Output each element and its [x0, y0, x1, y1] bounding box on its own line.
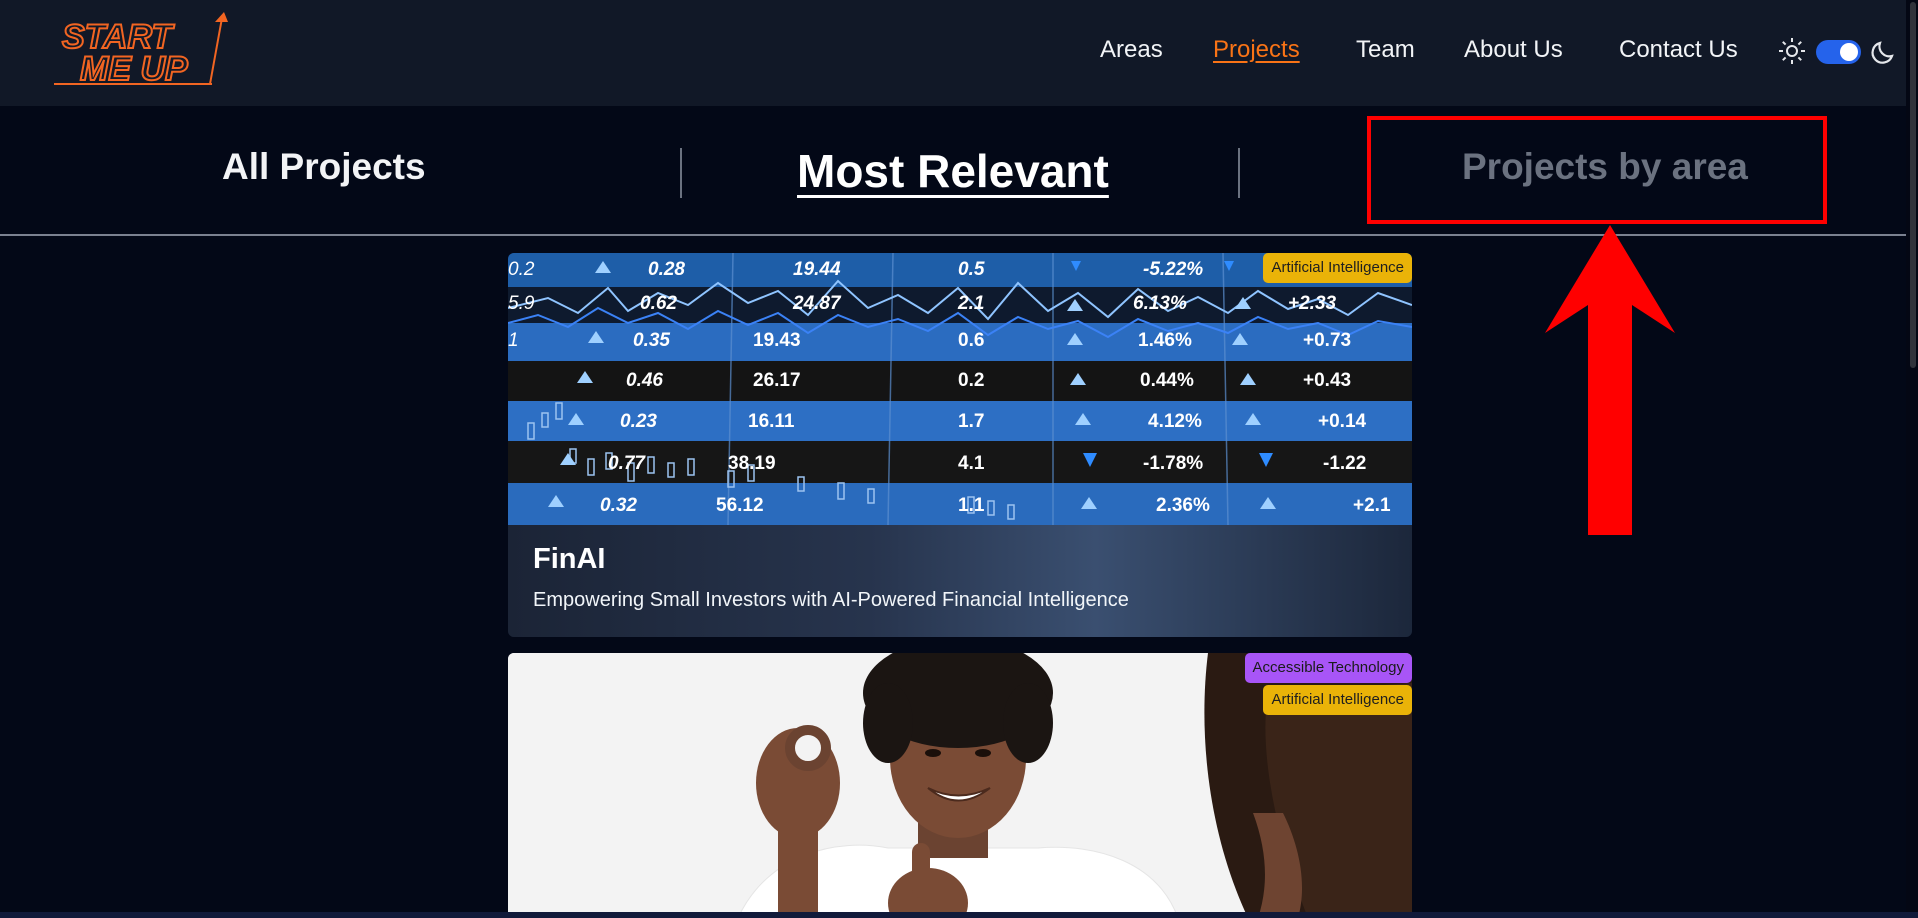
scrollbar-thumb[interactable] [1910, 2, 1916, 368]
svg-text:19.44: 19.44 [793, 259, 841, 280]
project-card-finai[interactable]: 0.2 0.28 19.44 0.5 -5.22% 5.9 0.62 24.87 2.1… [508, 253, 1412, 637]
tab-divider [1238, 148, 1240, 198]
svg-text:6.13%: 6.13% [1133, 293, 1187, 314]
svg-text:0.2: 0.2 [958, 370, 984, 391]
project-card-accessible-tech[interactable]: Accessible Technology Artificial Intelli… [508, 653, 1412, 918]
svg-text:0.2: 0.2 [508, 259, 535, 280]
tab-most-relevant[interactable]: Most Relevant [797, 144, 1109, 198]
svg-text:0.28: 0.28 [648, 259, 685, 280]
svg-text:0.5: 0.5 [958, 259, 985, 280]
theme-toggle-switch[interactable] [1816, 40, 1861, 64]
nav-about-us[interactable]: About Us [1464, 36, 1563, 64]
svg-text:+0.73: +0.73 [1303, 330, 1351, 351]
bottom-strip [0, 912, 1918, 918]
tab-divider [680, 148, 682, 198]
svg-text:0.6: 0.6 [958, 330, 984, 351]
svg-text:38.19: 38.19 [728, 453, 776, 474]
nav-team[interactable]: Team [1356, 36, 1415, 64]
card-title: FinAI [533, 543, 606, 575]
svg-text:5.9: 5.9 [508, 293, 535, 314]
svg-text:-1.78%: -1.78% [1143, 453, 1203, 474]
svg-text:0.62: 0.62 [640, 293, 677, 314]
svg-text:1.1: 1.1 [958, 495, 985, 516]
badge-accessible-technology: Accessible Technology [1244, 653, 1412, 683]
svg-text:2.36%: 2.36% [1156, 495, 1210, 516]
svg-text:4.12%: 4.12% [1148, 411, 1202, 432]
svg-text:0.23: 0.23 [620, 411, 657, 432]
svg-text:26.17: 26.17 [753, 370, 801, 391]
svg-text:-1.22: -1.22 [1323, 453, 1366, 474]
svg-text:0.77: 0.77 [608, 453, 646, 474]
nav-contact-us[interactable]: Contact Us [1619, 36, 1738, 64]
svg-text:+0.14: +0.14 [1318, 411, 1367, 432]
top-navbar: START ME UP Areas Projects Team About Us… [0, 0, 1918, 106]
page-scrollbar[interactable] [1906, 0, 1918, 918]
sun-icon[interactable] [1778, 37, 1806, 65]
badge-artificial-intelligence: Artificial Intelligence [1263, 253, 1412, 283]
highlight-box-annotation [1367, 116, 1827, 224]
svg-text:1: 1 [508, 330, 519, 351]
moon-icon[interactable] [1870, 36, 1900, 66]
svg-text:+2.33: +2.33 [1288, 293, 1337, 314]
startmeup-logo[interactable]: START ME UP [52, 10, 232, 90]
svg-text:1.7: 1.7 [958, 411, 984, 432]
toggle-knob [1840, 43, 1858, 61]
card-description: Empowering Small Investors with AI-Power… [533, 589, 1129, 611]
svg-text:24.87: 24.87 [792, 293, 842, 314]
svg-text:+0.43: +0.43 [1303, 370, 1351, 391]
svg-text:2.1: 2.1 [957, 293, 984, 314]
svg-text:-5.22%: -5.22% [1143, 259, 1203, 280]
svg-text:ME UP: ME UP [80, 50, 188, 88]
svg-text:1.46%: 1.46% [1138, 330, 1192, 351]
svg-text:56.12: 56.12 [716, 495, 764, 516]
red-arrow-annotation [1545, 225, 1675, 535]
badge-artificial-intelligence: Artificial Intelligence [1263, 685, 1412, 715]
svg-text:19.43: 19.43 [753, 330, 801, 351]
svg-text:0.32: 0.32 [600, 495, 637, 516]
svg-text:4.1: 4.1 [958, 453, 985, 474]
stock-ticker-image: 0.2 0.28 19.44 0.5 -5.22% 5.9 0.62 24.87 2.1… [508, 253, 1412, 526]
svg-text:0.46: 0.46 [626, 370, 663, 391]
nav-areas[interactable]: Areas [1100, 36, 1163, 64]
nav-projects[interactable]: Projects [1213, 36, 1300, 64]
tab-all-projects[interactable]: All Projects [222, 146, 426, 188]
svg-text:0.44%: 0.44% [1140, 370, 1194, 391]
svg-text:16.11: 16.11 [748, 411, 795, 432]
svg-text:+2.1: +2.1 [1353, 495, 1391, 516]
svg-text:0.35: 0.35 [633, 330, 670, 351]
card-info-panel: FinAI Empowering Small Investors with AI… [508, 525, 1412, 637]
